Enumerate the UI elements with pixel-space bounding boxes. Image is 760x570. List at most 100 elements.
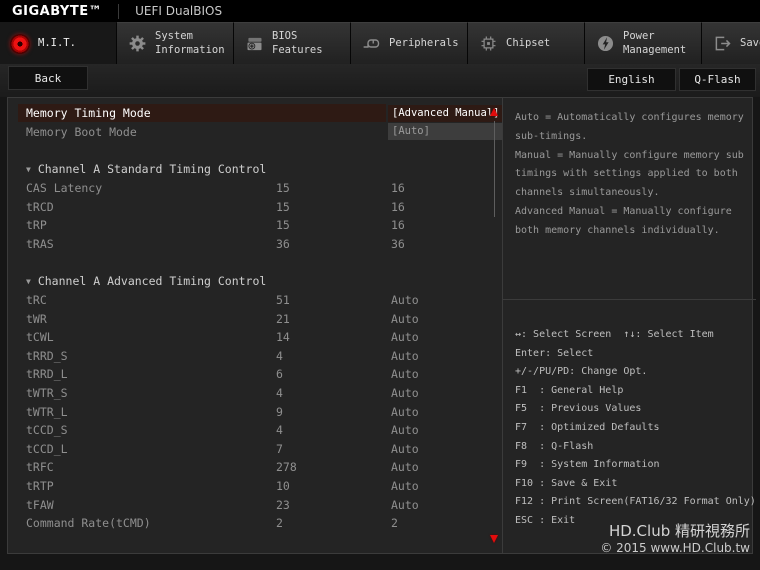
qflash-button[interactable]: Q-Flash: [679, 68, 756, 91]
help-text-line: sub-timings.: [515, 128, 752, 147]
setting-label: tCCD_S: [18, 421, 386, 439]
setting-value-col1: 15: [276, 181, 290, 195]
tab-mit[interactable]: M.I.T.: [0, 22, 117, 64]
setting-label: tWTR_S: [18, 384, 386, 402]
setting-label: Command Rate(tCMD): [18, 514, 386, 532]
setting-row[interactable]: Memory Boot Mode[Auto]: [18, 123, 502, 142]
setting-row[interactable]: tRC51Auto: [18, 291, 502, 310]
setting-value-col2: 2: [391, 516, 398, 530]
setting-value-col1: 278: [276, 460, 297, 474]
setting-label: Memory Boot Mode: [18, 123, 386, 141]
setting-label: tRFC: [18, 458, 386, 476]
scroll-up-icon[interactable]: [490, 108, 498, 116]
hotkey-line: F5 : Previous Values: [515, 400, 756, 419]
hotkey-line: F9 : System Information: [515, 456, 756, 475]
setting-row[interactable]: tRAS3636: [18, 235, 502, 254]
hotkey-line: F7 : Optimized Defaults: [515, 419, 756, 438]
setting-value-col1: 51: [276, 293, 290, 307]
help-text-line: Auto = Automatically configures memory: [515, 109, 752, 128]
hotkey-line: F8 : Q-Flash: [515, 438, 756, 457]
setting-label: tCCD_L: [18, 440, 386, 458]
section-label: Channel A Advanced Timing Control: [38, 274, 266, 288]
help-text-line: both memory channels individually.: [515, 222, 752, 241]
setting-row[interactable]: Memory Timing Mode[Advanced Manual]: [18, 104, 502, 123]
tab-power-management[interactable]: Power Management: [585, 22, 702, 64]
setting-label: tRRD_S: [18, 347, 386, 365]
setting-row[interactable]: tCCD_S4Auto: [18, 421, 502, 440]
lightning-bolt-icon: [594, 33, 616, 55]
setting-row[interactable]: tRFC278 Auto: [18, 458, 502, 477]
setting-label: tWR: [18, 310, 386, 328]
section-header[interactable]: ▼Channel A Advanced Timing Control: [18, 272, 502, 291]
setting-row[interactable]: tWR21Auto: [18, 309, 502, 328]
setting-value-col2: Auto: [391, 460, 419, 474]
setting-value-col1: 14: [276, 330, 290, 344]
bios-screen: GIGABYTE™ UEFI DualBIOS M.I.T. System In…: [0, 0, 760, 570]
settings-pane: Memory Timing Mode[Advanced Manual]Memor…: [8, 98, 502, 553]
setting-label: tRCD: [18, 198, 386, 216]
setting-value: [Advanced Manual]: [388, 105, 502, 122]
hotkey-line: ↔: Select Screen ↑↓: Select Item: [515, 326, 756, 345]
setting-row[interactable]: tFAW23Auto: [18, 495, 502, 514]
row-spacer: [8, 141, 502, 160]
scrollbar[interactable]: [494, 121, 495, 217]
setting-value-col2: 16: [391, 181, 405, 195]
tab-label: Power Management: [623, 30, 701, 57]
setting-value-col1: 15: [276, 218, 290, 232]
setting-value-col1: 21: [276, 312, 290, 326]
setting-row[interactable]: tWTR_L9Auto: [18, 402, 502, 421]
setting-row[interactable]: tRRD_S4 Auto: [18, 347, 502, 366]
setting-value-col1: 4: [276, 349, 283, 363]
help-panel: Auto = Automatically configures memorysu…: [503, 98, 756, 299]
tab-save-exit[interactable]: Save & Exit: [702, 22, 760, 64]
tab-chipset[interactable]: Chipset: [468, 22, 585, 64]
setting-value-col1: 6: [276, 367, 283, 381]
setting-label: Memory Timing Mode: [18, 104, 386, 122]
setting-row[interactable]: tRRD_L6Auto: [18, 365, 502, 384]
setting-row[interactable]: tCWL14Auto: [18, 328, 502, 347]
section-header[interactable]: ▼Channel A Standard Timing Control: [18, 160, 502, 179]
setting-row[interactable]: tCCD_L7Auto: [18, 440, 502, 459]
setting-value-col2: Auto: [391, 479, 419, 493]
setting-label: tFAW: [18, 496, 386, 514]
help-text-line: timings with settings applied to both: [515, 165, 752, 184]
scroll-down-icon[interactable]: [490, 535, 498, 543]
tab-label: Save & Exit: [740, 37, 760, 51]
tab-label: System Information: [155, 30, 233, 57]
back-button[interactable]: Back: [8, 66, 88, 90]
setting-value-col2: Auto: [391, 498, 419, 512]
setting-value-col1: 10: [276, 479, 290, 493]
setting-row[interactable]: tRCD1516: [18, 197, 502, 216]
setting-value-col2: Auto: [391, 405, 419, 419]
setting-row[interactable]: tRP1516: [18, 216, 502, 235]
tab-bios-features[interactable]: BIOS Features: [234, 22, 351, 64]
setting-value-col2: Auto: [391, 386, 419, 400]
tab-label: Peripherals: [389, 37, 467, 51]
setting-row[interactable]: CAS Latency15 16: [18, 179, 502, 198]
hotkey-line: +/-/PU/PD: Change Opt.: [515, 363, 756, 382]
tab-peripherals[interactable]: Peripherals: [351, 22, 468, 64]
collapse-arrow-icon: ▼: [18, 277, 38, 286]
tab-label: BIOS Features: [272, 30, 350, 57]
setting-value-col2: Auto: [391, 293, 419, 307]
hotkey-line: F1 : General Help: [515, 382, 756, 401]
gigabyte-logo: GIGABYTE™: [0, 4, 118, 19]
help-text-line: channels simultaneously.: [515, 184, 752, 203]
row-spacer: [8, 253, 502, 272]
setting-value-col1: 36: [276, 237, 290, 251]
setting-value-col2: Auto: [391, 349, 419, 363]
language-button[interactable]: English: [587, 68, 676, 91]
setting-row[interactable]: Command Rate(tCMD)22: [18, 514, 502, 533]
help-text-line: Manual = Manually configure memory sub: [515, 147, 752, 166]
setting-row[interactable]: tRTP10Auto: [18, 477, 502, 496]
tab-system-information[interactable]: System Information: [117, 22, 234, 64]
toolbar: Back English Q-Flash: [0, 64, 760, 97]
setting-label: CAS Latency: [18, 179, 386, 197]
setting-label: tWTR_L: [18, 403, 386, 421]
setting-label: tRP: [18, 216, 386, 234]
setting-row[interactable]: tWTR_S4Auto: [18, 384, 502, 403]
setting-value-col1: 15: [276, 200, 290, 214]
setting-value-col2: 36: [391, 237, 405, 251]
tab-label: Chipset: [506, 37, 584, 51]
chipset-icon: [477, 33, 499, 55]
